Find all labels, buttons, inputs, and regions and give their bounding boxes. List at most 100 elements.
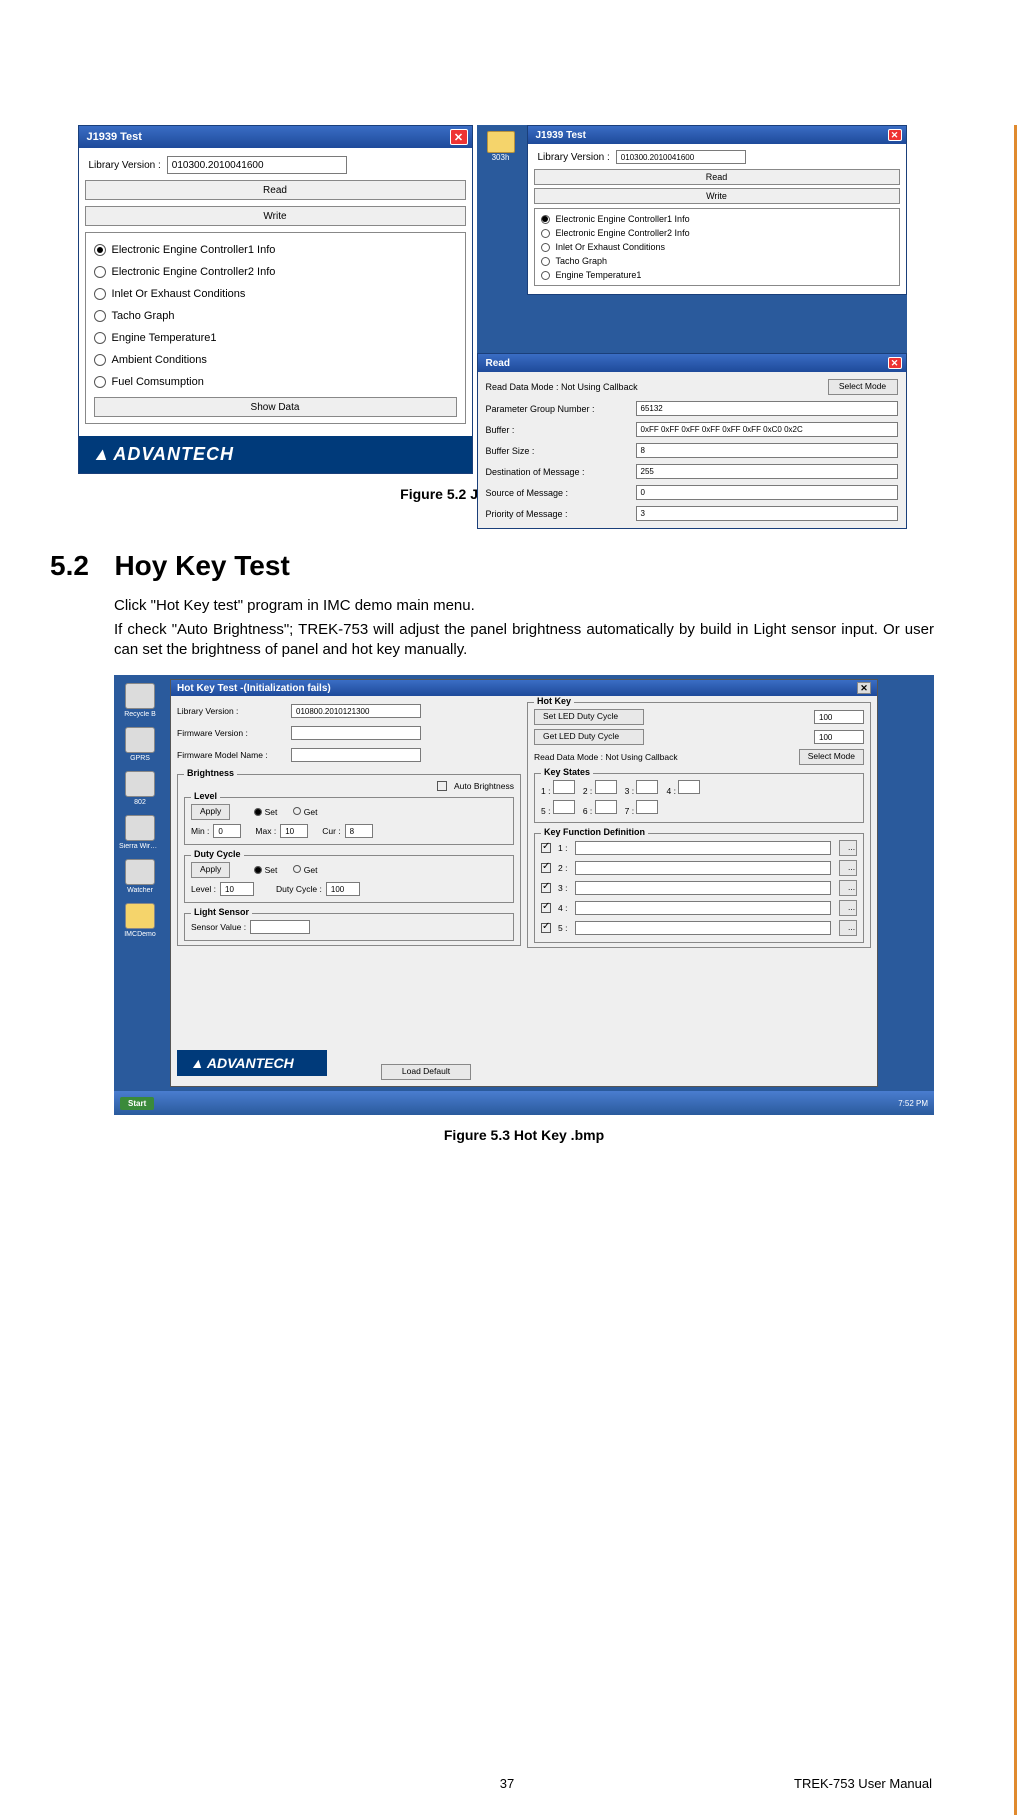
kf-field[interactable] <box>575 901 831 915</box>
prio-field[interactable]: 3 <box>636 506 898 521</box>
get-led-field[interactable]: 100 <box>814 730 864 744</box>
apply-button[interactable]: Apply <box>191 862 230 878</box>
start-button[interactable]: Start <box>120 1097 154 1110</box>
group-title: Level <box>191 791 220 801</box>
firmware-version-field[interactable] <box>291 726 421 740</box>
radio-icon[interactable] <box>541 215 550 224</box>
option-row[interactable]: Electronic Engine Controller1 Info <box>94 239 457 261</box>
library-version-field[interactable]: 010300.2010041600 <box>167 156 347 174</box>
read-button[interactable]: Read <box>534 169 900 185</box>
ks-item: 5 : <box>541 800 575 816</box>
radio-icon[interactable] <box>94 288 106 300</box>
kf-checkbox[interactable] <box>541 843 551 853</box>
kf-field[interactable] <box>575 861 831 875</box>
show-data-button[interactable]: Show Data <box>94 397 457 417</box>
folder-icon[interactable]: 303h <box>483 131 519 162</box>
option-row[interactable]: Tacho Graph <box>94 305 457 327</box>
close-icon[interactable]: ✕ <box>888 357 902 369</box>
desktop-icon[interactable]: 802 <box>119 771 161 811</box>
titlebar: J1939 Test ✕ <box>528 126 906 144</box>
src-field[interactable]: 0 <box>636 485 898 500</box>
radio-icon[interactable] <box>541 229 550 238</box>
radio-icon[interactable] <box>541 257 550 266</box>
buffer-field[interactable]: 0xFF 0xFF 0xFF 0xFF 0xFF 0xFF 0xC0 0x2C <box>636 422 898 437</box>
option-row[interactable]: Inlet Or Exhaust Conditions <box>541 240 893 254</box>
radio-icon[interactable] <box>541 243 550 252</box>
radio-icon[interactable] <box>94 244 106 256</box>
option-row[interactable]: Fuel Comsumption <box>94 371 457 393</box>
write-button[interactable]: Write <box>534 188 900 204</box>
cur-field[interactable]: 8 <box>345 824 373 838</box>
library-version-field[interactable]: 010800.2010121300 <box>291 704 421 718</box>
close-icon[interactable]: ✕ <box>450 129 468 145</box>
get-led-button[interactable]: Get LED Duty Cycle <box>534 729 644 745</box>
option-row[interactable]: Electronic Engine Controller1 Info <box>541 212 893 226</box>
radio-icon[interactable] <box>293 807 301 815</box>
group-title: Hot Key <box>534 696 574 706</box>
browse-button[interactable]: ... <box>839 860 857 876</box>
set-led-field[interactable]: 100 <box>814 710 864 724</box>
option-row[interactable]: Engine Temperature1 <box>541 268 893 282</box>
section-number: 5.2 <box>50 550 110 582</box>
group-title: Key Function Definition <box>541 827 648 837</box>
sensor-value-field[interactable] <box>250 920 310 934</box>
write-button[interactable]: Write <box>85 206 466 226</box>
read-button[interactable]: Read <box>85 180 466 200</box>
set-led-button[interactable]: Set LED Duty Cycle <box>534 709 644 725</box>
level-field[interactable]: 10 <box>220 882 254 896</box>
duty-cycle-label: Duty Cycle : <box>276 884 322 894</box>
library-version-field[interactable]: 010300.2010041600 <box>616 150 746 164</box>
max-field[interactable]: 10 <box>280 824 308 838</box>
radio-icon[interactable] <box>94 376 106 388</box>
apply-button[interactable]: Apply <box>191 804 230 820</box>
min-field[interactable]: 0 <box>213 824 241 838</box>
kf-field[interactable] <box>575 881 831 895</box>
radio-icon[interactable] <box>541 271 550 280</box>
close-icon[interactable]: ✕ <box>857 682 871 694</box>
option-row[interactable]: Inlet Or Exhaust Conditions <box>94 283 457 305</box>
read-data-window: Read ✕ Read Data Mode : Not Using Callba… <box>477 353 907 529</box>
kf-checkbox[interactable] <box>541 923 551 933</box>
clock: 7:52 PM <box>898 1099 928 1108</box>
firmware-model-field[interactable] <box>291 748 421 762</box>
browse-button[interactable]: ... <box>839 920 857 936</box>
radio-icon[interactable] <box>293 865 301 873</box>
kf-field[interactable] <box>575 841 831 855</box>
select-mode-button[interactable]: Select Mode <box>828 379 898 395</box>
desktop-icon[interactable]: Recycle B <box>119 683 161 723</box>
select-mode-button[interactable]: Select Mode <box>799 749 864 765</box>
browse-button[interactable]: ... <box>839 880 857 896</box>
radio-icon[interactable] <box>254 808 262 816</box>
close-icon[interactable]: ✕ <box>888 129 902 141</box>
kf-checkbox[interactable] <box>541 903 551 913</box>
auto-brightness-checkbox[interactable] <box>437 781 447 791</box>
key-states-group: Key States 1 : 2 : 3 : 4 : 5 : 6 : <box>534 773 864 823</box>
window-title: J1939 Test <box>87 131 142 143</box>
radio-icon[interactable] <box>94 332 106 344</box>
desktop-icon[interactable]: IMCDemo <box>119 903 161 943</box>
option-row[interactable]: Engine Temperature1 <box>94 327 457 349</box>
option-row[interactable]: Electronic Engine Controller2 Info <box>541 226 893 240</box>
option-row[interactable]: Tacho Graph <box>541 254 893 268</box>
desktop-icon[interactable]: Watcher <box>119 859 161 899</box>
level-group: Level Apply Set Get Min :0 Max :10 Cur <box>184 797 514 845</box>
browse-button[interactable]: ... <box>839 900 857 916</box>
kf-checkbox[interactable] <box>541 863 551 873</box>
radio-icon[interactable] <box>94 266 106 278</box>
option-row[interactable]: Ambient Conditions <box>94 349 457 371</box>
titlebar: Hot Key Test -(Initialization fails) ✕ <box>171 680 877 696</box>
desktop-icon[interactable]: GPRS <box>119 727 161 767</box>
browse-button[interactable]: ... <box>839 840 857 856</box>
pgn-field[interactable]: 65132 <box>636 401 898 416</box>
load-default-button[interactable]: Load Default <box>381 1064 471 1080</box>
kf-checkbox[interactable] <box>541 883 551 893</box>
duty-cycle-field[interactable]: 100 <box>326 882 360 896</box>
bufsize-field[interactable]: 8 <box>636 443 898 458</box>
radio-icon[interactable] <box>94 310 106 322</box>
radio-icon[interactable] <box>94 354 106 366</box>
desktop-icon[interactable]: Sierra Wire Watcher <box>119 815 161 855</box>
kf-field[interactable] <box>575 921 831 935</box>
option-row[interactable]: Electronic Engine Controller2 Info <box>94 261 457 283</box>
dest-field[interactable]: 255 <box>636 464 898 479</box>
radio-icon[interactable] <box>254 866 262 874</box>
